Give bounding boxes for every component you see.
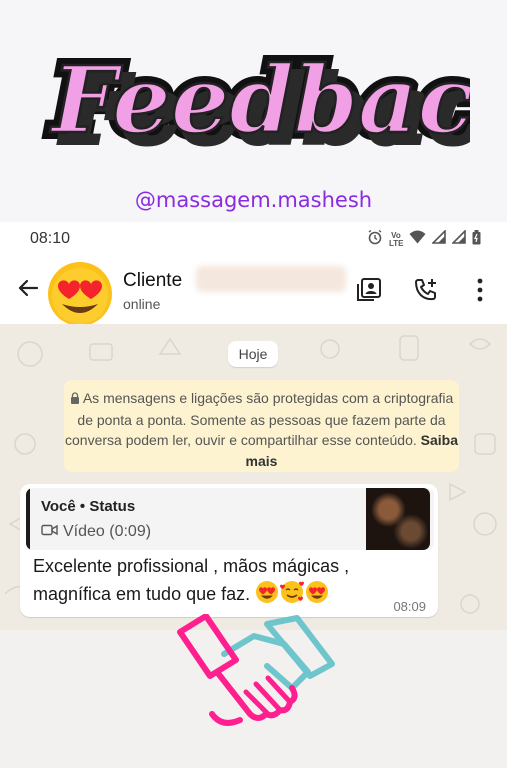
svg-text:Feedback: Feedback (49, 46, 470, 154)
add-call-icon[interactable] (413, 277, 439, 308)
heart-eyes-emoji (305, 580, 329, 612)
contact-card-icon[interactable] (356, 277, 382, 308)
encryption-notice-text: As mensagens e ligações são protegidas c… (65, 390, 454, 448)
status-video-thumbnail[interactable] (366, 488, 430, 550)
message-line-1: Excelente profissional , mãos mágicas , (33, 556, 350, 576)
status-icons: Vo LTE (367, 229, 481, 250)
wifi-icon (409, 230, 426, 249)
battery-icon (472, 229, 481, 250)
feedback-banner: Feedback Feedback Feedback @massagem.mas… (0, 0, 507, 222)
feedback-title-logo: Feedback Feedback Feedback (42, 39, 470, 167)
status-reply-quote[interactable]: Você • Status Vídeo (0:09) (26, 488, 434, 550)
chat-area[interactable]: Hoje As mensagens e ligações são protegi… (0, 324, 507, 630)
quote-accent-bar (26, 488, 30, 550)
message-text: Excelente profissional , mãos mágicas , … (33, 553, 393, 612)
back-arrow-icon[interactable] (16, 276, 40, 305)
signal-icon-1 (431, 229, 446, 249)
date-chip: Hoje (228, 341, 278, 367)
quote-author: Você • Status (41, 498, 136, 515)
encryption-notice[interactable]: As mensagens e ligações são protegidas c… (64, 380, 459, 472)
status-time: 08:10 (30, 230, 71, 247)
message-line-2: magnífica em tudo que faz. (33, 584, 251, 604)
redacted-name (196, 266, 346, 292)
quote-media-label: Vídeo (0:09) (63, 523, 152, 540)
contact-status: online (123, 296, 161, 312)
video-camera-icon (41, 523, 58, 541)
status-bar: 08:10 Vo LTE (0, 222, 507, 258)
message-bubble[interactable]: Você • Status Vídeo (0:09) Excelente pro… (20, 484, 438, 617)
heart-eyes-emoji (255, 580, 279, 612)
volte-icon: Vo LTE (389, 230, 404, 248)
contact-name[interactable]: Cliente (123, 270, 182, 292)
footer-area (0, 614, 507, 768)
chat-header: Cliente online (0, 258, 507, 326)
smiling-face-with-hearts-emoji (279, 580, 305, 612)
handshake-icon (177, 614, 335, 726)
lock-icon (70, 389, 80, 410)
signal-icon-2 (451, 229, 466, 249)
more-vert-icon[interactable] (468, 277, 492, 308)
heart-eyes-emoji-avatar[interactable] (44, 260, 116, 333)
quote-media: Vídeo (0:09) (41, 523, 151, 541)
alarm-icon (367, 229, 383, 250)
instagram-handle: @massagem.mashesh (134, 188, 373, 212)
message-time: 08:09 (393, 599, 426, 614)
